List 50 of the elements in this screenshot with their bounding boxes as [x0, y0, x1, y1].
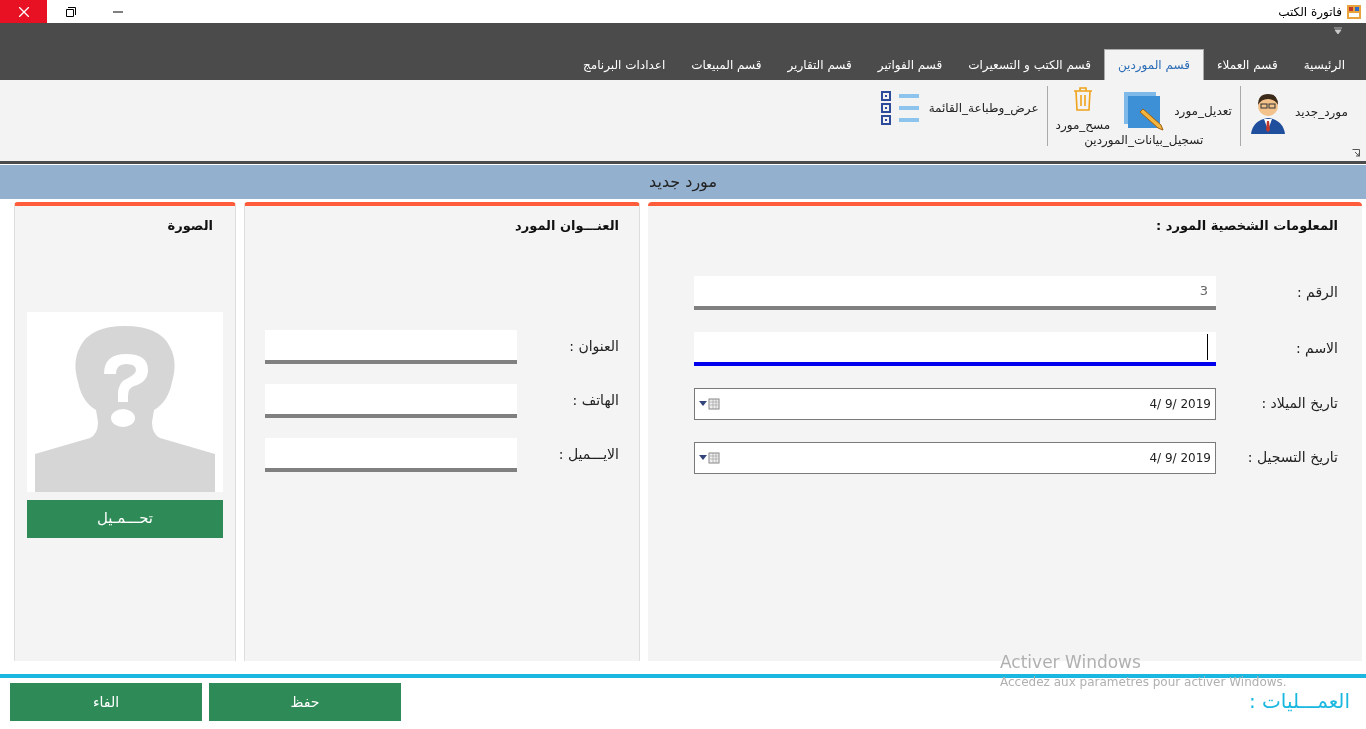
ribbon-button[interactable]: عرض_وطباعة_القائمة [880, 86, 1039, 126]
ribbon-tab[interactable]: قسم الفواتير [864, 49, 956, 80]
list-icon [880, 90, 921, 126]
field-label: العنوان : [568, 337, 619, 357]
ribbon-button[interactable]: مسح_مورد [1055, 86, 1111, 134]
restore-icon [65, 6, 76, 17]
text-field[interactable]: 3 [694, 275, 1216, 310]
ribbon-tab[interactable]: قسم الموردين [1103, 49, 1204, 80]
date-picker[interactable]: 4/ 9/ 2019 [694, 441, 1216, 474]
ribbon-tab[interactable]: قسم التقارير [774, 49, 865, 80]
calendar-dropdown-icon[interactable] [699, 451, 721, 464]
field-label: الرقم : [1295, 283, 1338, 303]
text-field[interactable] [265, 383, 517, 418]
ribbon-button[interactable]: تعديل_مورد [1122, 86, 1232, 132]
app-icon [1346, 3, 1362, 20]
text-field[interactable] [694, 331, 1216, 366]
panel-title: العنـــوان المورد [514, 217, 619, 235]
pencil-on-paper-icon [1122, 90, 1167, 132]
field-label: الهاتف : [571, 391, 619, 410]
field-label: تاريخ التسجيل : [1246, 448, 1338, 468]
collapse-icon[interactable] [1334, 27, 1342, 35]
text-field[interactable] [265, 437, 517, 472]
panel-title: الصورة [166, 217, 214, 235]
upload-button[interactable]: تحـــمـيل [27, 499, 223, 538]
field-label: تاريخ الميلاد : [1260, 394, 1338, 414]
form-header: مورد جديد [0, 165, 1366, 199]
ribbon-group-label: تسجيل_بيانات_الموردين [1084, 134, 1204, 146]
ribbon-tab[interactable]: الرئيسية [1290, 49, 1358, 80]
window-title: فاتورة الكتب [1278, 3, 1342, 21]
text-field[interactable] [265, 329, 517, 364]
field-label: الايـــميل : [557, 445, 619, 464]
field-value: 3 [1199, 281, 1208, 300]
ribbon-button[interactable]: مورد_جديد [1248, 86, 1348, 134]
date-value: 4/ 9/ 2019 [1149, 449, 1211, 467]
ribbon-tab[interactable]: قسم المبيعات [678, 49, 775, 80]
minimize-icon [112, 10, 123, 13]
ribbon-tab[interactable]: قسم الكتب و التسعيرات [955, 49, 1104, 80]
ribbon-tab[interactable]: اعدادات البرنامج [570, 49, 679, 80]
field-label: الاسم : [1294, 339, 1338, 359]
calendar-dropdown-icon[interactable] [699, 397, 721, 410]
activation-title: Activer Windows [1000, 652, 1142, 674]
date-value: 4/ 9/ 2019 [1149, 395, 1211, 413]
ribbon-tab[interactable]: قسم العملاء [1203, 49, 1291, 80]
text-cursor [1207, 333, 1208, 360]
dialog-launcher-icon[interactable] [1352, 149, 1360, 157]
date-picker[interactable]: 4/ 9/ 2019 [694, 387, 1216, 420]
action-button[interactable]: حفظ [209, 683, 401, 721]
action-button[interactable]: الفاء [10, 683, 202, 721]
close-icon [18, 6, 29, 17]
panel-title: المعلومات الشخصية المورد : [1155, 217, 1338, 235]
